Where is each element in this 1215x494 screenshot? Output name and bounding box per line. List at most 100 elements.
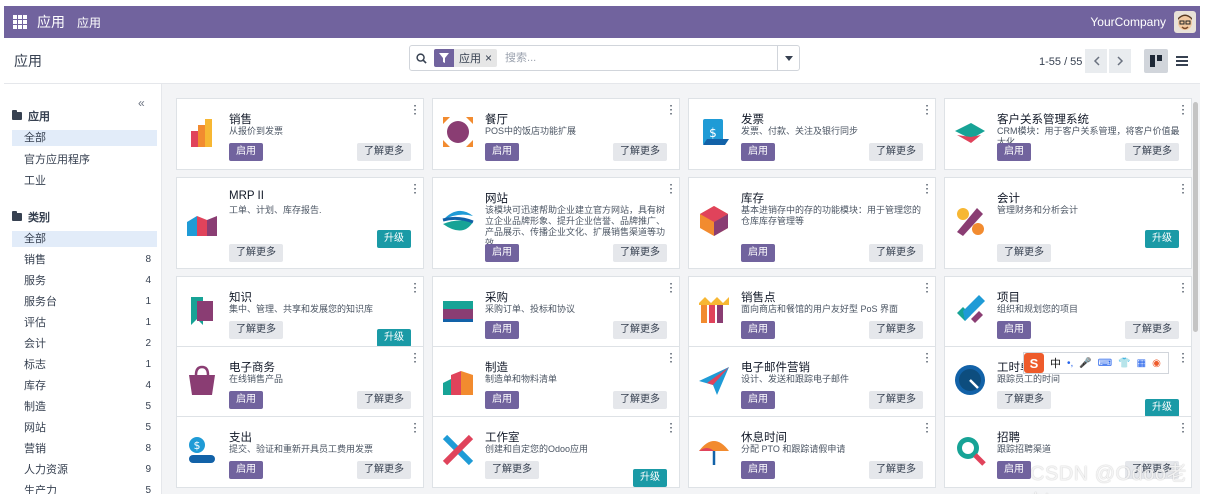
card-dropdown-icon[interactable]: · · ·	[1182, 280, 1185, 298]
ime-toolbar[interactable]: S 中 •, 🎤 ⌨ 👕 ▦ ◉	[1023, 352, 1169, 374]
activate-button[interactable]: 启用	[741, 321, 775, 339]
app-card[interactable]: 库存 基本进销存中的存的功能模块：用于管理您的仓库库存管理等 · · · 启用 了解更多	[688, 177, 936, 269]
activate-button[interactable]: 启用	[741, 461, 775, 479]
learn-more-button[interactable]: 了解更多	[485, 461, 539, 479]
learn-more-button[interactable]: 了解更多	[613, 321, 667, 339]
ime-logo[interactable]: S	[1024, 353, 1044, 373]
app-card[interactable]: 知识 集中、管理、共享和发展您的知识库 · · · 了解更多 升级	[176, 276, 424, 348]
category-item[interactable]: 库存 4	[12, 378, 157, 394]
learn-more-button[interactable]: 了解更多	[613, 391, 667, 409]
card-dropdown-icon[interactable]: · · ·	[414, 181, 417, 199]
pager-previous-button[interactable]	[1085, 49, 1107, 73]
pager-next-button[interactable]	[1109, 49, 1131, 73]
category-item[interactable]: 服务 4	[12, 273, 157, 289]
app-card[interactable]: 网站 该模块可迅速帮助企业建立官方网站，具有树立企业品牌形象、提升企业信誉、品牌推…	[432, 177, 680, 269]
search-dropdown-toggle[interactable]	[777, 45, 799, 71]
upgrade-button[interactable]: 升级	[377, 329, 411, 347]
category-item[interactable]: 评估 1	[12, 315, 157, 331]
user-avatar[interactable]	[1174, 11, 1196, 33]
nav-menu-apps[interactable]: 应用	[77, 14, 101, 31]
card-dropdown-icon[interactable]: · · ·	[670, 280, 673, 298]
app-card[interactable]: 客户关系管理系统 CRM模块：用于客户关系管理，将客户价值最大化 · · · 启用 了解更多	[944, 98, 1192, 170]
category-item[interactable]: 网站 5	[12, 420, 157, 436]
category-item[interactable]: 制造 5	[12, 399, 157, 415]
list-view-button[interactable]	[1170, 49, 1194, 73]
card-dropdown-icon[interactable]: · · ·	[670, 350, 673, 368]
filter-all-apps[interactable]: 全部	[12, 130, 157, 146]
app-card[interactable]: 销售点 面向商店和餐馆的用户友好型 PoS 界面 · · · 启用 了解更多	[688, 276, 936, 348]
apps-menu-icon[interactable]	[13, 15, 27, 29]
category-item[interactable]: 会计 2	[12, 336, 157, 352]
category-item[interactable]: 营销 8	[12, 441, 157, 457]
card-dropdown-icon[interactable]: · · ·	[1182, 102, 1185, 120]
app-card[interactable]: 项目 组织和规划您的项目 · · · 启用 了解更多	[944, 276, 1192, 348]
card-dropdown-icon[interactable]: · · ·	[1182, 181, 1185, 199]
filter-industries[interactable]: 工业	[12, 173, 157, 189]
category-item[interactable]: 服务台 1	[12, 294, 157, 310]
learn-more-button[interactable]: 了解更多	[869, 321, 923, 339]
app-card[interactable]: 休息时间 分配 PTO 和跟踪请假申请 · · · 启用 了解更多	[688, 416, 936, 488]
activate-button[interactable]: 启用	[485, 244, 519, 262]
activate-button[interactable]: 启用	[741, 391, 775, 409]
app-card[interactable]: 工作室 创建和自定您的Odoo应用 · · · 了解更多 升级	[432, 416, 680, 488]
search-facet[interactable]: 应用 ×	[434, 49, 498, 67]
activate-button[interactable]: 启用	[485, 321, 519, 339]
learn-more-button[interactable]: 了解更多	[229, 244, 283, 262]
card-dropdown-icon[interactable]: · · ·	[670, 420, 673, 438]
learn-more-button[interactable]: 了解更多	[1125, 321, 1179, 339]
ime-mode[interactable]: 中	[1050, 355, 1061, 371]
activate-button[interactable]: 启用	[229, 143, 263, 161]
search-bar[interactable]: 应用 ×	[409, 45, 800, 71]
card-dropdown-icon[interactable]: · · ·	[414, 280, 417, 298]
learn-more-button[interactable]: 了解更多	[997, 391, 1051, 409]
nav-app-title[interactable]: 应用	[37, 12, 65, 32]
card-dropdown-icon[interactable]: · · ·	[926, 420, 929, 438]
remove-facet-icon[interactable]: ×	[485, 51, 497, 65]
learn-more-button[interactable]: 了解更多	[357, 461, 411, 479]
activate-button[interactable]: 启用	[741, 143, 775, 161]
learn-more-button[interactable]: 了解更多	[869, 143, 923, 161]
scrollbar[interactable]	[1193, 102, 1198, 332]
pager-value[interactable]: 1-55 / 55	[1039, 56, 1082, 68]
app-card[interactable]: 采购 采购订单、投标和协议 · · · 启用 了解更多	[432, 276, 680, 348]
learn-more-button[interactable]: 了解更多	[997, 244, 1051, 262]
activate-button[interactable]: 启用	[485, 391, 519, 409]
search-input[interactable]	[505, 52, 756, 64]
app-card[interactable]: $ 发票 发票、付款、关注及银行同步 · · · 启用 了解更多	[688, 98, 936, 170]
kanban-view-button[interactable]	[1144, 49, 1168, 73]
card-dropdown-icon[interactable]: · · ·	[414, 102, 417, 120]
category-item[interactable]: 生产力 5	[12, 483, 157, 494]
learn-more-button[interactable]: 了解更多	[613, 244, 667, 262]
activate-button[interactable]: 启用	[997, 461, 1031, 479]
category-item[interactable]: 全部	[12, 231, 157, 247]
card-dropdown-icon[interactable]: · · ·	[414, 350, 417, 368]
app-card[interactable]: MRP II 工单、计划、库存报告. · · · 了解更多 升级	[176, 177, 424, 269]
upgrade-button[interactable]: 升级	[1145, 399, 1179, 417]
app-card[interactable]: $ 支出 提交、验证和重新开具员工费用发票 · · · 启用 了解更多	[176, 416, 424, 488]
learn-more-button[interactable]: 了解更多	[869, 391, 923, 409]
category-item[interactable]: 人力资源 9	[12, 462, 157, 478]
card-dropdown-icon[interactable]: · · ·	[1182, 420, 1185, 438]
company-switcher[interactable]: YourCompany	[1090, 15, 1166, 29]
activate-button[interactable]: 启用	[229, 461, 263, 479]
upgrade-button[interactable]: 升级	[633, 469, 667, 487]
upgrade-button[interactable]: 升级	[377, 230, 411, 248]
app-card[interactable]: 销售 从报价到发票 · · · 启用 了解更多	[176, 98, 424, 170]
activate-button[interactable]: 启用	[741, 244, 775, 262]
app-card[interactable]: 制造 制造单和物料清单 · · · 启用 了解更多	[432, 346, 680, 418]
card-dropdown-icon[interactable]: · · ·	[926, 102, 929, 120]
learn-more-button[interactable]: 了解更多	[357, 143, 411, 161]
collapse-sidebar-icon[interactable]: «	[138, 96, 145, 110]
activate-button[interactable]: 启用	[997, 321, 1031, 339]
activate-button[interactable]: 启用	[229, 391, 263, 409]
learn-more-button[interactable]: 了解更多	[1125, 143, 1179, 161]
app-card[interactable]: 餐厅 POS中的饭店功能扩展 · · · 启用 了解更多	[432, 98, 680, 170]
learn-more-button[interactable]: 了解更多	[229, 321, 283, 339]
app-card[interactable]: 电子邮件营销 设计、发送和跟踪电子邮件 · · · 启用 了解更多	[688, 346, 936, 418]
learn-more-button[interactable]: 了解更多	[869, 461, 923, 479]
learn-more-button[interactable]: 了解更多	[613, 143, 667, 161]
activate-button[interactable]: 启用	[485, 143, 519, 161]
upgrade-button[interactable]: 升级	[1145, 230, 1179, 248]
card-dropdown-icon[interactable]: · · ·	[670, 102, 673, 120]
learn-more-button[interactable]: 了解更多	[869, 244, 923, 262]
